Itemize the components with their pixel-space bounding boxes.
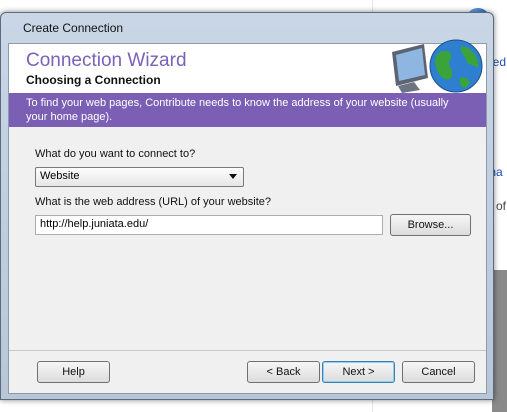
help-button[interactable]: Help bbox=[37, 361, 110, 383]
url-input[interactable]: http://help.juniata.edu/ bbox=[35, 215, 383, 235]
dialog-title: Create Connection bbox=[23, 21, 124, 35]
wizard-subtitle: Choosing a Connection bbox=[26, 73, 161, 87]
create-connection-dialog: Create Connection Connection Wizard Choo… bbox=[0, 12, 494, 400]
dropdown-arrow-icon bbox=[229, 174, 237, 179]
next-button[interactable]: Next > bbox=[322, 361, 395, 383]
back-button[interactable]: < Back bbox=[247, 361, 320, 383]
computer-monitor-icon bbox=[392, 44, 428, 93]
background-scroll-area bbox=[492, 270, 507, 412]
info-banner: To find your web pages, Contribute needs… bbox=[9, 93, 486, 127]
footer-divider bbox=[9, 350, 486, 351]
connection-type-select[interactable]: Website bbox=[35, 167, 244, 187]
banner-text: To find your web pages, Contribute needs… bbox=[26, 97, 449, 123]
cancel-button[interactable]: Cancel bbox=[402, 361, 475, 383]
wizard-header: Connection Wizard Choosing a Connection bbox=[9, 39, 486, 93]
browse-button[interactable]: Browse... bbox=[390, 214, 471, 236]
url-value: http://help.juniata.edu/ bbox=[40, 218, 149, 230]
connection-type-value: Website bbox=[40, 170, 80, 182]
connect-label: What do you want to connect to? bbox=[35, 148, 196, 160]
url-label: What is the web address (URL) of your we… bbox=[35, 196, 271, 208]
dialog-content: Connection Wizard Choosing a Connection bbox=[8, 39, 487, 394]
globe-icon bbox=[429, 39, 483, 93]
wizard-title: Connection Wizard bbox=[26, 50, 187, 71]
computer-globe-icon bbox=[392, 39, 483, 93]
